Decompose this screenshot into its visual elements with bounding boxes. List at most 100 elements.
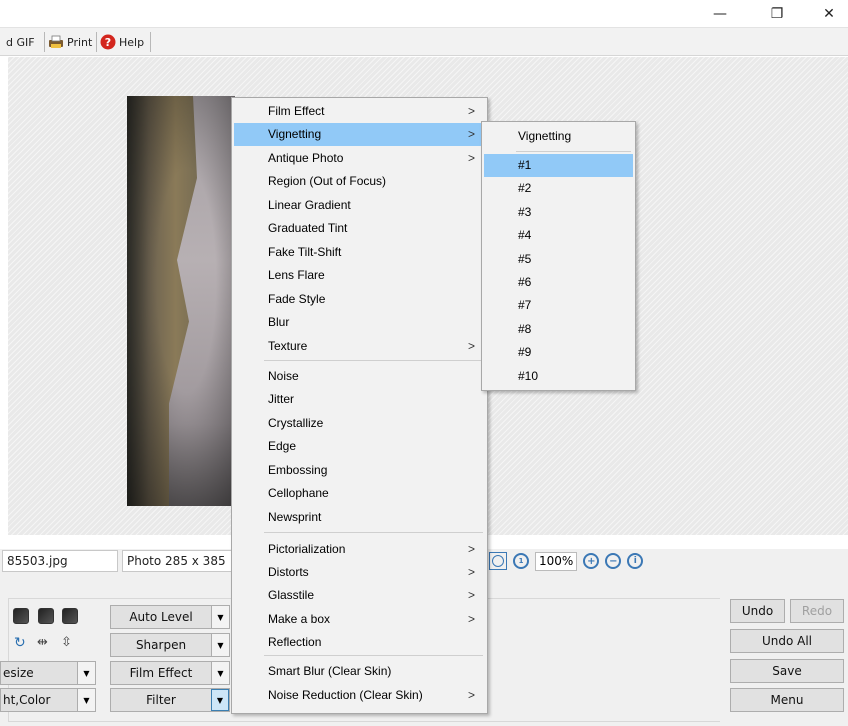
fit-window-icon[interactable]	[489, 552, 507, 570]
menu-item-label: Blur	[268, 315, 290, 329]
toolbar-label: Help	[119, 35, 145, 49]
vignetting-preset-item[interactable]: #6	[484, 271, 633, 294]
menu-item-label: Crystallize	[268, 416, 324, 430]
film-effect-dropdown[interactable]: Film Effect ▼	[110, 661, 230, 685]
chevron-down-icon[interactable]: ▼	[211, 606, 229, 628]
menu-item[interactable]: Lens Flare	[234, 264, 485, 287]
chevron-down-icon[interactable]: ▼	[211, 689, 229, 711]
submenu-arrow-icon: >	[467, 565, 475, 579]
menu-item[interactable]: Fake Tilt-Shift	[234, 241, 485, 264]
menu-item-label: Noise Reduction (Clear Skin)	[268, 688, 423, 702]
auto-level-dropdown[interactable]: Auto Level ▼	[110, 605, 230, 629]
filter-dropdown[interactable]: Filter ▼	[110, 688, 230, 712]
menu-item-label: Newsprint	[268, 510, 322, 524]
vignetting-preset-item[interactable]: #2	[484, 177, 633, 200]
flip-horizontal-icon[interactable]: ⇹	[37, 635, 48, 650]
undo-all-button[interactable]: Undo All	[730, 629, 844, 653]
filename-field: 85503.jpg	[2, 550, 118, 572]
submenu-arrow-icon: >	[467, 542, 475, 556]
menu-item[interactable]: Reflection	[234, 631, 485, 654]
submenu-arrow-icon: >	[467, 688, 475, 702]
zoom-in-icon[interactable]: +	[583, 553, 600, 569]
menu-item[interactable]: Cellophane	[234, 482, 485, 505]
menu-separator	[264, 655, 483, 656]
menu-item-label: Pictorialization	[268, 542, 346, 556]
undo-button[interactable]: Undo	[730, 599, 785, 623]
menu-item[interactable]: Make a box >	[234, 608, 485, 631]
menu-separator	[264, 360, 483, 361]
flip-vertical-icon[interactable]: ⇳	[61, 635, 72, 650]
zoom-out-icon[interactable]: −	[605, 553, 622, 569]
resize-dropdown[interactable]: esize ▼	[0, 661, 96, 685]
menu-item[interactable]: Antique Photo >	[234, 147, 485, 170]
sepia-icon[interactable]	[38, 608, 54, 624]
rotate-icon[interactable]: ↻	[14, 635, 26, 651]
toolbar: d GIF Print ? Help	[0, 27, 848, 56]
menu-item[interactable]: Region (Out of Focus)	[234, 170, 485, 193]
light-color-label: ht,Color	[3, 693, 51, 707]
menu-item[interactable]: Glasstile >	[234, 584, 485, 607]
title-bar: — ❐ ✕	[0, 0, 848, 27]
menu-item[interactable]: Film Effect >	[234, 100, 485, 123]
submenu-arrow-icon: >	[467, 339, 475, 353]
vignetting-preset-item[interactable]: #7	[484, 294, 633, 317]
menu-item[interactable]: Newsprint	[234, 506, 485, 529]
submenu-arrow-icon: >	[467, 127, 475, 141]
print-button[interactable]: Print	[48, 33, 92, 51]
maximize-button[interactable]: ❐	[754, 0, 800, 27]
minimize-button[interactable]: —	[697, 0, 743, 27]
grayscale-icon[interactable]	[13, 608, 29, 624]
vignetting-preset-item[interactable]: #1	[484, 154, 633, 177]
redo-button[interactable]: Redo	[790, 599, 844, 623]
vignetting-preset-item[interactable]: #9	[484, 341, 633, 364]
vignetting-preset-item[interactable]: #4	[484, 224, 633, 247]
sharpen-dropdown[interactable]: Sharpen ▼	[110, 633, 230, 657]
filter-menu: Film Effect > Vignetting > Antique Photo > Reg…	[231, 97, 488, 714]
submenu-arrow-icon: >	[467, 151, 475, 165]
menu-item[interactable]: Fade Style	[234, 288, 485, 311]
menu-separator	[264, 532, 483, 533]
minimize-icon: —	[713, 5, 727, 22]
print-icon	[49, 35, 63, 48]
menu-item-label: Vignetting	[268, 127, 322, 141]
menu-button[interactable]: Menu	[730, 688, 844, 712]
menu-item[interactable]: Texture >	[234, 335, 485, 358]
help-button[interactable]: ? Help	[100, 33, 144, 51]
auto-level-label: Auto Level	[129, 610, 193, 624]
menu-item[interactable]: Distorts >	[234, 561, 485, 584]
animated-gif-button[interactable]: d GIF	[6, 33, 35, 51]
chevron-down-icon[interactable]: ▼	[77, 689, 95, 711]
menu-item[interactable]: Linear Gradient	[234, 194, 485, 217]
vignetting-preset-item[interactable]: #10	[484, 365, 633, 388]
zoom-level[interactable]: 100%	[535, 551, 578, 571]
menu-item[interactable]: Edge	[234, 435, 485, 458]
filter-label: Filter	[146, 693, 176, 707]
negative-icon[interactable]	[62, 608, 78, 624]
chevron-down-icon[interactable]: ▼	[211, 662, 229, 684]
menu-item[interactable]: Pictorialization >	[234, 538, 485, 561]
menu-item-label: Texture	[268, 339, 308, 353]
menu-item[interactable]: Vignetting >	[234, 123, 485, 146]
chevron-down-icon[interactable]: ▼	[77, 662, 95, 684]
close-icon: ✕	[823, 5, 835, 22]
vignetting-preset-item[interactable]: #3	[484, 201, 633, 224]
menu-item-label: Cellophane	[268, 486, 329, 500]
menu-item[interactable]: Noise	[234, 365, 485, 388]
menu-item[interactable]: Noise Reduction (Clear Skin) >	[234, 684, 485, 707]
info-icon[interactable]: i	[627, 553, 644, 569]
light-color-dropdown[interactable]: ht,Color ▼	[0, 688, 96, 712]
close-button[interactable]: ✕	[806, 0, 848, 27]
vignetting-preset-item[interactable]: #8	[484, 318, 633, 341]
menu-item[interactable]: Blur	[234, 311, 485, 334]
menu-item[interactable]: Embossing	[234, 459, 485, 482]
menu-item[interactable]: Jitter	[234, 388, 485, 411]
menu-item[interactable]: Graduated Tint	[234, 217, 485, 240]
vignetting-preset-item[interactable]: #5	[484, 248, 633, 271]
actual-size-icon[interactable]: 1	[513, 553, 529, 569]
photo-preview[interactable]	[127, 96, 235, 506]
menu-item[interactable]: Crystallize	[234, 412, 485, 435]
menu-item-label: Distorts	[268, 565, 309, 579]
save-button[interactable]: Save	[730, 659, 844, 683]
chevron-down-icon[interactable]: ▼	[211, 634, 229, 656]
menu-item[interactable]: Smart Blur (Clear Skin)	[234, 660, 485, 683]
